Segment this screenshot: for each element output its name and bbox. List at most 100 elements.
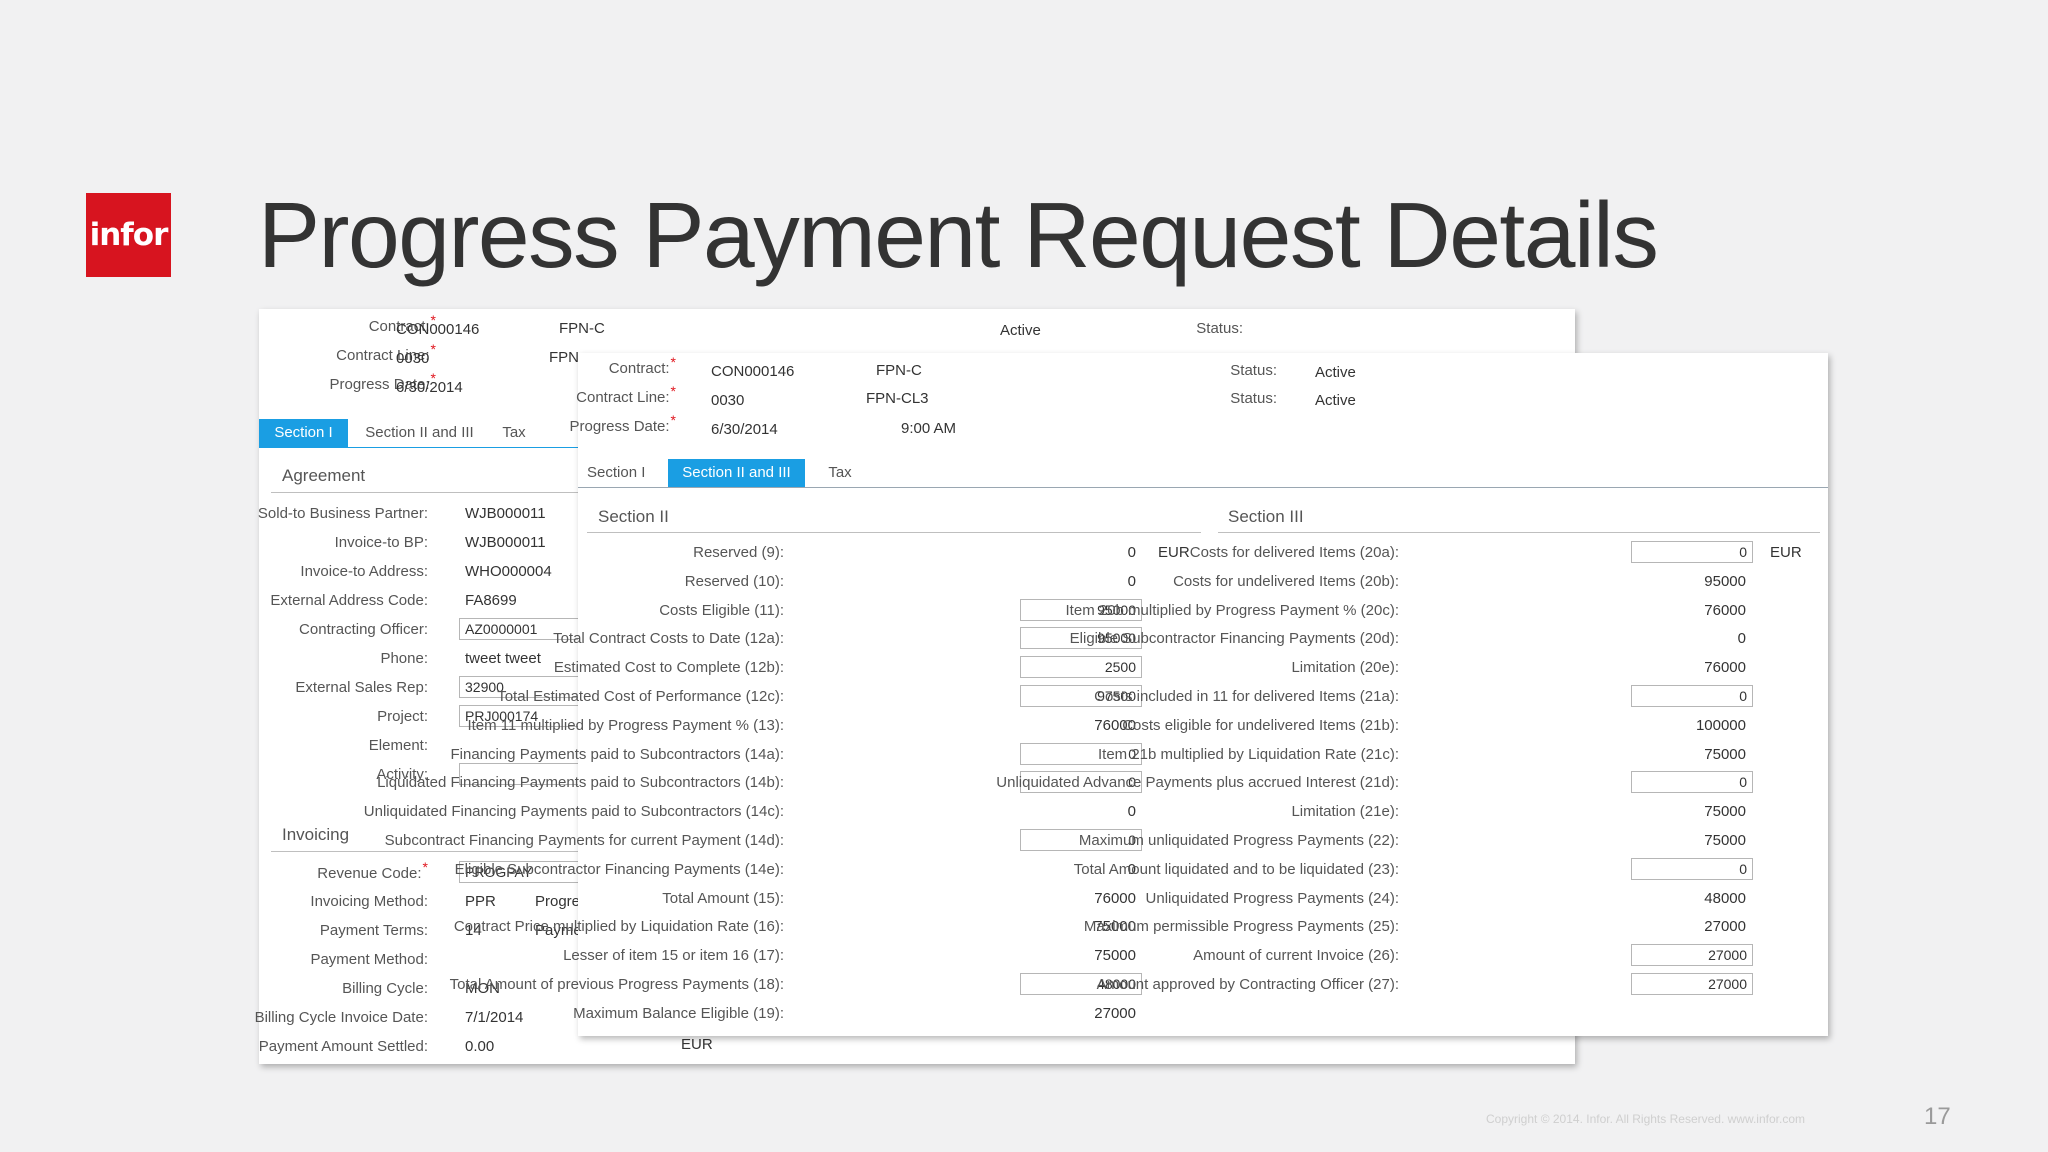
field-label-text: Billing Cycle: <box>342 980 428 997</box>
field-label: Subcontract Financing Payments for curre… <box>384 832 784 849</box>
field-label-text: Payment Method: <box>310 951 428 968</box>
tab-section-ii-iii[interactable]: Section II and III <box>362 419 477 447</box>
tab-tax[interactable]: Tax <box>494 419 534 447</box>
field-label: Item 11 multiplied by Progress Payment %… <box>467 716 784 734</box>
field-input[interactable]: 0 <box>1631 541 1753 563</box>
field-label: Total Amount of previous Progress Paymen… <box>449 976 784 993</box>
section-iii-currency: EUR <box>1770 544 1802 561</box>
field-value: 75000 <box>1704 832 1746 849</box>
contract-description: FPN-C <box>559 320 605 337</box>
field-input[interactable]: 0 <box>1631 685 1753 707</box>
field-input[interactable]: 27000 <box>1631 944 1753 967</box>
field-label: Amount approved by Contracting Officer (… <box>1096 976 1399 993</box>
field-label: Item 20b multiplied by Progress Payment … <box>1065 601 1399 619</box>
field-label: Reserved (9): <box>693 544 784 561</box>
status-label: Status: <box>1230 362 1277 379</box>
tab-section-ii-iii[interactable]: Section II and III <box>668 459 805 487</box>
field-input[interactable]: 2500 <box>1020 656 1142 679</box>
field-label: Total Contract Costs to Date (12a): <box>553 630 784 648</box>
status-value: Active <box>1315 364 1356 381</box>
contract-line-value: 0030 <box>711 392 745 409</box>
field-label: Contracting Officer: <box>299 621 428 638</box>
field-label: Eligible Subcontractor Financing Payment… <box>1069 630 1399 648</box>
progress-date-value: 6/30/2014 <box>711 421 778 438</box>
field-label: Sold-to Business Partner: <box>257 505 428 522</box>
field-label: Revenue Code:* <box>317 859 428 883</box>
required-marker: * <box>422 859 428 875</box>
field-value: 7/1/2014 <box>465 1009 524 1026</box>
tab-section-i[interactable]: Section I <box>587 459 645 487</box>
field-label: External Sales Rep: <box>295 679 428 696</box>
page-number: 17 <box>1924 1103 1951 1130</box>
tab-tax[interactable]: Tax <box>823 459 857 487</box>
field-value: 0 <box>1127 803 1136 821</box>
field-label: Maximum unliquidated Progress Payments (… <box>1078 832 1399 849</box>
field-label: Limitation (21e): <box>1291 803 1399 821</box>
field-value: 76000 <box>1704 601 1746 619</box>
progress-time-value: 9:00 AM <box>901 420 957 437</box>
field-label: Maximum Balance Eligible (19): <box>573 1004 784 1022</box>
field-label: Billing Cycle Invoice Date: <box>255 1009 428 1027</box>
field-label: Invoice-to Address: <box>300 563 428 580</box>
field-label: Payment Amount Settled: <box>259 1038 428 1056</box>
field-label-text: Billing Cycle Invoice Date: <box>254 1009 428 1026</box>
status-value-2: Active <box>1315 392 1356 409</box>
field-label: Total Estimated Cost of Performance (12c… <box>497 688 784 705</box>
section-ii-divider <box>587 532 1201 533</box>
field-label: Payment Method: <box>310 951 428 969</box>
field-label: Costs for delivered Items (20a): <box>1189 544 1399 561</box>
field-label: Costs Eligible (11): <box>659 601 784 619</box>
field-label: Total Amount liquidated and to be liquid… <box>1073 860 1399 878</box>
contract-value: CON000146 <box>396 321 480 338</box>
copyright-footer: Copyright © 2014. Infor. All Rights Rese… <box>1486 1112 1805 1126</box>
invoicing-heading: Invoicing <box>282 825 350 844</box>
section-iii-heading: Section III <box>1228 507 1304 526</box>
progress-date-value: 6/30/2014 <box>396 379 463 396</box>
field-value: 75000 <box>1094 947 1136 965</box>
tab-underline <box>259 447 579 448</box>
field-label: Element: <box>368 737 428 754</box>
section-ii-heading: Section II <box>598 507 669 526</box>
contract-line-description: FPN <box>549 349 579 366</box>
settled-currency: EUR <box>681 1036 713 1053</box>
field-label: Limitation (20e): <box>1291 659 1399 677</box>
field-label: Reserved (10): <box>684 572 784 590</box>
field-label: Costs included in 11 for delivered Items… <box>1094 688 1399 705</box>
field-value: 75000 <box>1704 803 1746 821</box>
field-label: Lesser of item 15 or item 16 (17): <box>563 947 784 965</box>
contract-line-description: FPN-CL3 <box>866 390 929 407</box>
agreement-heading: Agreement <box>282 466 366 485</box>
field-value: 0 <box>1127 544 1136 561</box>
field-label: External Address Code: <box>270 592 428 609</box>
status-label: Status: <box>1196 320 1243 337</box>
field-value: 27000 <box>1704 918 1746 936</box>
field-label: Payment Terms: <box>320 922 428 940</box>
tab-section-i[interactable]: Section I <box>259 419 348 447</box>
contract-description: FPN-C <box>876 362 922 379</box>
section-iii-divider <box>1218 532 1820 533</box>
field-input[interactable]: 0 <box>1631 771 1753 794</box>
front-window-section-ii-iii: Contract:* CON000146 FPN-C Contract Line… <box>364 353 1828 1036</box>
field-label: Invoicing Method: <box>310 893 428 911</box>
field-label: Contract Price multiplied by Liquidation… <box>453 918 784 936</box>
field-label: Maximum permissible Progress Payments (2… <box>1083 918 1399 936</box>
field-label-text: Payment Amount Settled: <box>258 1038 428 1055</box>
field-label: Item 21b multiplied by Liquidation Rate … <box>1098 745 1399 763</box>
field-label: Eligible Subcontractor Financing Payment… <box>454 860 784 878</box>
field-label-text: Payment Terms: <box>319 922 428 939</box>
field-label: Billing Cycle: <box>342 980 428 998</box>
field-label-text: Revenue Code: <box>317 865 422 882</box>
field-label: Unliquidated Advance Payments plus accru… <box>996 774 1399 792</box>
field-value: 27000 <box>1094 1004 1136 1022</box>
field-input[interactable]: 0 <box>1631 857 1753 880</box>
agreement-divider <box>271 492 581 493</box>
field-value: 0.00 <box>465 1038 495 1055</box>
section-ii-currency: EUR <box>1158 544 1190 561</box>
field-label: Costs for undelivered Items (20b): <box>1173 572 1399 590</box>
field-value: 0 <box>1737 630 1746 648</box>
field-label: Amount of current Invoice (26): <box>1193 947 1399 965</box>
field-label: Costs eligible for undelivered Items (21… <box>1122 716 1399 734</box>
field-label: Unliquidated Progress Payments (24): <box>1145 889 1399 907</box>
field-input[interactable]: 27000 <box>1631 973 1753 995</box>
field-value: 0 <box>1127 572 1136 590</box>
